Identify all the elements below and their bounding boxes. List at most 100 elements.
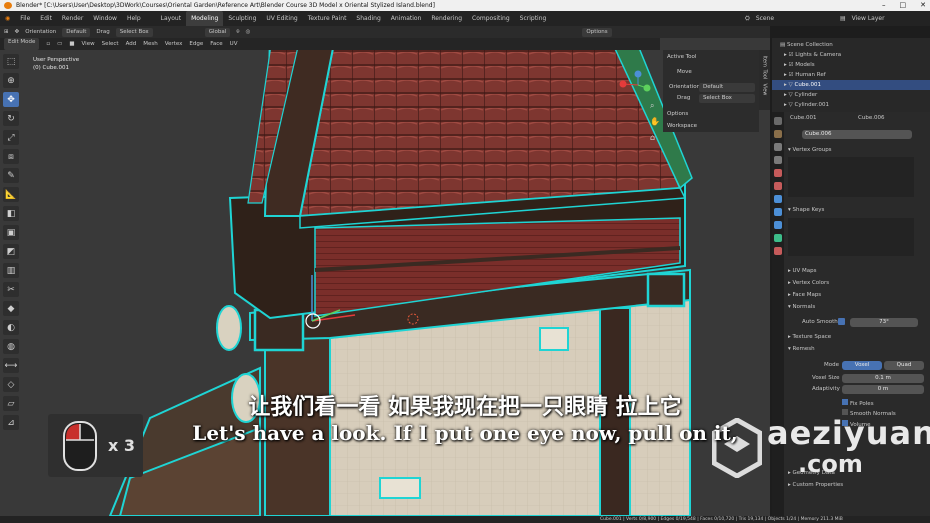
tab-item[interactable]: Item [762,56,768,67]
outliner-item[interactable]: ▸ ▽ Cylinder.001 [772,100,930,110]
drag-dropdown[interactable]: Select Box [115,27,153,37]
maximize-icon[interactable]: □ [900,0,907,11]
voxel-size-field[interactable]: 0.1 m [842,374,924,383]
section-shape-keys[interactable]: ▾ Shape Keys [788,207,824,213]
tab-compositing[interactable]: Compositing [467,11,515,26]
auto-smooth-checkbox[interactable] [838,318,845,325]
tab-rendering[interactable]: Rendering [426,11,467,26]
poly-build-tool-icon[interactable]: ◆ [3,301,19,316]
knife-tool-icon[interactable]: ✂ [3,282,19,297]
minimize-icon[interactable]: – [882,0,886,11]
tab-tool[interactable]: Tool [762,70,768,81]
vertex-groups-list[interactable] [788,157,914,197]
remesh-mode-voxel-button[interactable]: Voxel [842,361,882,370]
render-tab-icon[interactable] [774,130,782,138]
edge-select-icon[interactable]: ▭ [57,38,62,50]
outliner-item[interactable]: ▸ ▽ Cylinder [772,90,930,100]
tool-tab-icon[interactable] [774,117,782,125]
world-tab-icon[interactable] [774,182,782,190]
vertex-select-icon[interactable]: ▫ [46,38,50,50]
tab-modeling[interactable]: Modeling [186,11,224,26]
menu-add[interactable]: Add [126,38,137,50]
view-layer-tab-icon[interactable] [774,156,782,164]
extrude-tool-icon[interactable]: ◧ [3,206,19,221]
tab-layout[interactable]: Layout [156,11,186,26]
inset-tool-icon[interactable]: ▣ [3,225,19,240]
annotate-tool-icon[interactable]: ✎ [3,168,19,183]
rotate-tool-icon[interactable]: ↻ [3,111,19,126]
orientation-dropdown[interactable]: Default [62,27,91,37]
outliner-item-selected[interactable]: ▸ ▽ Cube.001 [772,80,930,90]
measure-tool-icon[interactable]: 📐 [3,187,19,202]
snap-icon[interactable]: ⌾ [236,26,239,38]
menu-file[interactable]: File [15,11,35,26]
menu-render[interactable]: Render [57,11,88,26]
shape-keys-list[interactable] [788,218,914,256]
close-icon[interactable]: ✕ [920,0,926,11]
particles-tab-icon[interactable] [774,208,782,216]
bevel-tool-icon[interactable]: ◩ [3,244,19,259]
material-tab-icon[interactable] [774,247,782,255]
section-remesh[interactable]: ▾ Remesh [788,346,815,352]
section-vertex-groups[interactable]: ▾ Vertex Groups [788,147,832,153]
tab-view[interactable]: View [762,84,768,96]
smooth-tool-icon[interactable]: ◍ [3,339,19,354]
menu-mesh[interactable]: Mesh [143,38,157,50]
modifier-tab-icon[interactable] [774,195,782,203]
face-select-icon[interactable]: ■ [69,38,74,50]
editor-type-icon[interactable]: ⊞ [4,26,9,38]
section-uv-maps[interactable]: ▸ UV Maps [788,268,817,274]
transform-tool-icon[interactable]: ⧈ [3,149,19,164]
remesh-mode-quad-button[interactable]: Quad [884,361,924,370]
section-normals[interactable]: ▾ Normals [788,304,815,310]
tab-animation[interactable]: Animation [386,11,427,26]
proportional-edit-icon[interactable]: ◎ [246,26,251,38]
outliner-root[interactable]: ▤ Scene Collection [772,40,930,50]
view-layer-selector[interactable]: ▤ View Layer [840,11,885,26]
menu-blender-icon[interactable]: ◉ [0,11,15,26]
outliner-item[interactable]: ▸ ☑ Lights & Camera [772,50,930,60]
active-tool-heading[interactable]: Active Tool [667,54,696,60]
menu-edit[interactable]: Edit [35,11,57,26]
scene-selector[interactable]: ⛭ Scene [745,11,774,26]
menu-uv[interactable]: UV [230,38,238,50]
tab-sculpting[interactable]: Sculpting [223,11,261,26]
menu-window[interactable]: Window [88,11,122,26]
tab-texture-paint[interactable]: Texture Paint [303,11,352,26]
tab-scripting[interactable]: Scripting [515,11,552,26]
options-dropdown[interactable]: Options [582,27,612,37]
transform-orientation-dropdown[interactable]: Global [204,27,231,37]
np-workspace[interactable]: Workspace [667,123,697,129]
mesh-name-field[interactable]: Cube.006 [802,130,912,139]
auto-smooth-angle-field[interactable]: 73° [850,318,918,327]
move-tool-icon[interactable]: ✥ [15,26,20,38]
loop-cut-tool-icon[interactable]: ▥ [3,263,19,278]
physics-tab-icon[interactable] [774,221,782,229]
np-options[interactable]: Options [667,111,688,117]
np-drag-dropdown[interactable]: Select Box [699,94,755,103]
section-texture-space[interactable]: ▸ Texture Space [788,334,831,340]
menu-help[interactable]: Help [122,11,146,26]
menu-edge[interactable]: Edge [189,38,203,50]
spin-tool-icon[interactable]: ◐ [3,320,19,335]
mode-dropdown[interactable]: Edit Mode [4,38,40,50]
scene-tab-icon[interactable] [774,169,782,177]
select-box-icon[interactable]: ⬚ [3,54,19,69]
menu-face[interactable]: Face [210,38,222,50]
outliner-item[interactable]: ▸ ☑ Models [772,60,930,70]
scale-tool-icon[interactable]: ⤢ [3,130,19,145]
edge-slide-tool-icon[interactable]: ⟷ [3,358,19,373]
mesh-data-tab-icon[interactable] [774,234,782,242]
menu-view[interactable]: View [82,38,95,50]
tab-uv-editing[interactable]: UV Editing [261,11,302,26]
section-face-maps[interactable]: ▸ Face Maps [788,292,821,298]
cursor-tool-icon[interactable]: ⊕ [3,73,19,88]
outliner-item[interactable]: ▸ ☑ Human Ref [772,70,930,80]
menu-select[interactable]: Select [102,38,119,50]
menu-vertex[interactable]: Vertex [165,38,183,50]
tab-shading[interactable]: Shading [351,11,385,26]
output-tab-icon[interactable] [774,143,782,151]
np-orientation-dropdown[interactable]: Default [699,83,755,92]
section-vertex-colors[interactable]: ▸ Vertex Colors [788,280,829,286]
move-tool-icon[interactable]: ✥ [3,92,19,107]
